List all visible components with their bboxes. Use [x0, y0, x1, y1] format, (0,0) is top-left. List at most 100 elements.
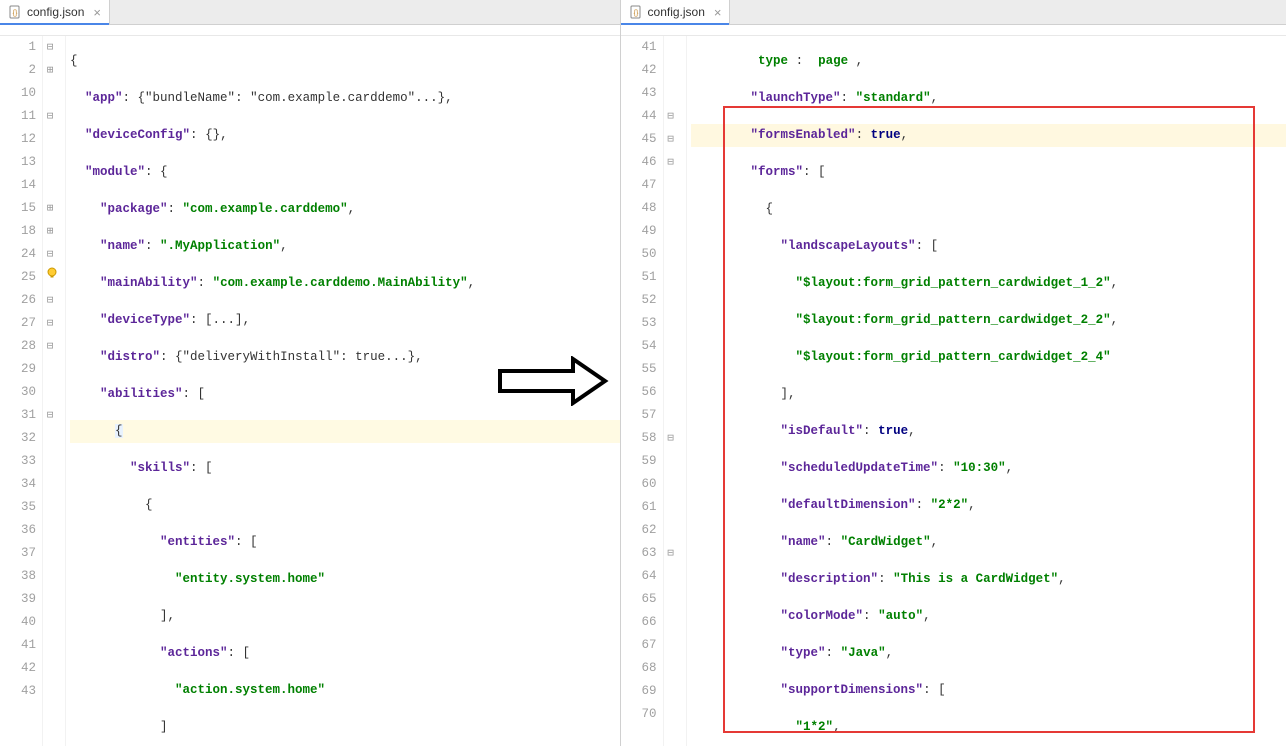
line-number: 56 [621, 381, 657, 404]
line-number: 50 [621, 243, 657, 266]
code-line: { [70, 50, 620, 73]
line-number: 53 [621, 312, 657, 335]
fold-column[interactable]: ⊟ ⊞ ⊟ ⊞ ⊞ ⊟ ⊟ ⊟ ⊟ ⊟ [43, 36, 66, 746]
line-number: 35 [0, 496, 36, 519]
fold-toggle-icon[interactable]: ⊟ [664, 152, 678, 175]
line-number: 12 [0, 128, 36, 151]
code-line: "forms": [ [691, 161, 1286, 184]
line-number: 67 [621, 634, 657, 657]
line-number: 33 [0, 450, 36, 473]
code-line: "type": "Java", [691, 642, 1286, 665]
line-number: 62 [621, 519, 657, 542]
code-line: "landscapeLayouts": [ [691, 235, 1286, 258]
line-number: 47 [621, 174, 657, 197]
fold-toggle-icon[interactable]: ⊟ [43, 290, 57, 313]
tab-bar-right: {} config.json × [621, 0, 1286, 25]
line-number: 43 [621, 82, 657, 105]
line-number: 2 [0, 59, 36, 82]
code-line: "supportDimensions": [ [691, 679, 1286, 702]
breadcrumb-bar [0, 25, 620, 36]
fold-toggle-icon[interactable]: ⊟ [664, 543, 678, 566]
line-number: 14 [0, 174, 36, 197]
code-line: "isDefault": true, [691, 420, 1286, 443]
line-number: 65 [621, 588, 657, 611]
json-file-icon: {} [8, 5, 22, 19]
line-number: 48 [621, 197, 657, 220]
line-number: 66 [621, 611, 657, 634]
tab-bar-left: {} config.json × [0, 0, 620, 25]
line-number: 40 [0, 611, 36, 634]
line-number: 58 [621, 427, 657, 450]
tab-label: config.json [648, 5, 705, 19]
line-number-gutter: 41 42 43 44 45 46 47 48 49 50 51 52 53 5… [621, 36, 664, 746]
code-line: type : page , [691, 50, 1286, 73]
close-icon[interactable]: × [714, 5, 722, 20]
fold-toggle-icon[interactable]: ⊟ [43, 336, 57, 359]
fold-toggle-icon[interactable]: ⊞ [43, 198, 57, 221]
code-lines[interactable]: type : page , "launchType": "standard", … [687, 36, 1286, 746]
code-line: "entities": [ [70, 531, 620, 554]
line-number: 49 [621, 220, 657, 243]
code-line: "module": { [70, 161, 620, 184]
fold-toggle-icon[interactable]: ⊞ [43, 221, 57, 244]
line-number: 52 [621, 289, 657, 312]
fold-toggle-icon[interactable]: ⊟ [43, 106, 57, 129]
line-number: 59 [621, 450, 657, 473]
tab-config-json-right[interactable]: {} config.json × [621, 0, 731, 24]
line-number: 42 [0, 657, 36, 680]
line-number: 55 [621, 358, 657, 381]
line-number: 28 [0, 335, 36, 358]
line-number: 42 [621, 59, 657, 82]
line-number: 68 [621, 657, 657, 680]
code-line: "$layout:form_grid_pattern_cardwidget_2_… [691, 309, 1286, 332]
fold-toggle-icon[interactable]: ⊟ [43, 405, 57, 428]
line-number: 44 [621, 105, 657, 128]
code-line: "colorMode": "auto", [691, 605, 1286, 628]
line-number: 1 [0, 36, 36, 59]
breadcrumb-bar [621, 25, 1286, 36]
code-line: ], [691, 383, 1286, 406]
line-number: 25 [0, 266, 36, 289]
line-number: 41 [621, 36, 657, 59]
fold-toggle-icon[interactable]: ⊟ [43, 313, 57, 336]
code-line: "actions": [ [70, 642, 620, 665]
fold-toggle-icon[interactable]: ⊞ [43, 60, 57, 83]
line-number: 26 [0, 289, 36, 312]
code-line: { [70, 494, 620, 517]
fold-column[interactable]: ⊟ ⊟ ⊟ ⊟ ⊟ [664, 36, 687, 746]
code-line: "action.system.home" [70, 679, 620, 702]
fold-toggle-icon[interactable]: ⊟ [664, 106, 678, 129]
fold-toggle-icon[interactable]: ⊟ [664, 428, 678, 451]
code-line: "launchType": "standard", [691, 87, 1286, 110]
fold-toggle-icon[interactable]: ⊟ [43, 37, 57, 60]
code-line: "entity.system.home" [70, 568, 620, 591]
line-number: 60 [621, 473, 657, 496]
code-line: "1*2", [691, 716, 1286, 739]
svg-text:{}: {} [13, 10, 18, 17]
code-line: "app": {"bundleName": "com.example.cardd… [70, 87, 620, 110]
line-number: 45 [621, 128, 657, 151]
close-icon[interactable]: × [93, 5, 101, 20]
editor-pane-right: {} config.json × 41 42 43 44 45 46 47 48… [621, 0, 1286, 746]
line-number: 38 [0, 565, 36, 588]
line-number: 13 [0, 151, 36, 174]
line-number: 24 [0, 243, 36, 266]
code-editor-right[interactable]: 41 42 43 44 45 46 47 48 49 50 51 52 53 5… [621, 36, 1286, 746]
line-number: 18 [0, 220, 36, 243]
code-line: "mainAbility": "com.example.carddemo.Mai… [70, 272, 620, 295]
code-line: "scheduledUpdateTime": "10:30", [691, 457, 1286, 480]
lightbulb-icon[interactable] [45, 266, 59, 280]
line-number: 15 [0, 197, 36, 220]
line-number: 11 [0, 105, 36, 128]
code-line: "name": ".MyApplication", [70, 235, 620, 258]
fold-toggle-icon[interactable]: ⊟ [664, 129, 678, 152]
line-number: 63 [621, 542, 657, 565]
code-line: "$layout:form_grid_pattern_cardwidget_1_… [691, 272, 1286, 295]
line-number: 64 [621, 565, 657, 588]
line-number: 30 [0, 381, 36, 404]
fold-toggle-icon[interactable]: ⊟ [43, 244, 57, 267]
json-file-icon: {} [629, 5, 643, 19]
code-line: "description": "This is a CardWidget", [691, 568, 1286, 591]
code-line: { [691, 198, 1286, 221]
tab-config-json-left[interactable]: {} config.json × [0, 0, 110, 24]
